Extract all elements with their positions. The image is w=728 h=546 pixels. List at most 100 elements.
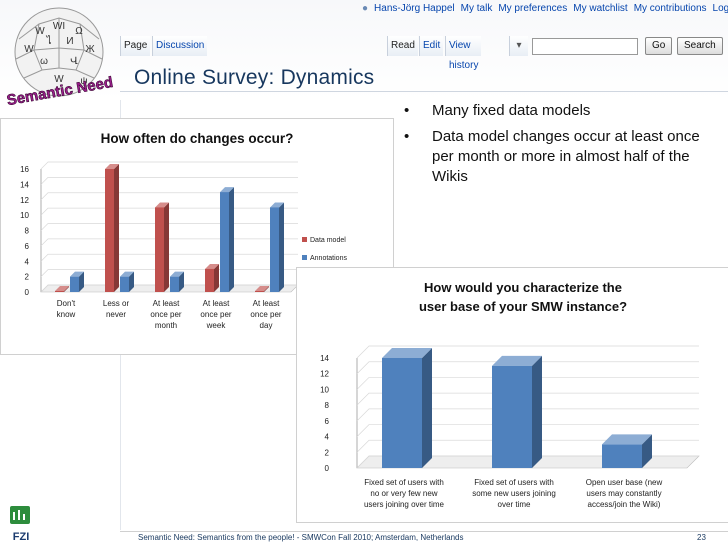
x-tick-label: once per: [250, 310, 281, 319]
semantic-need-logo: W WI Ω W ไ И Ж ω Վ W ψ Semantic Need: [5, 7, 115, 110]
logo-globe-glyph: Ω: [75, 26, 83, 37]
y-tick-label: 8: [25, 227, 30, 236]
y-tick-label: 8: [325, 401, 330, 410]
logo-globe-glyph: ไ: [45, 35, 51, 47]
x-tick-label: no or very few new: [370, 489, 437, 498]
bar-side: [229, 187, 234, 292]
gridline: [40, 177, 298, 185]
y-tick-label: 0: [325, 464, 330, 473]
slide-title: Online Survey: Dynamics: [134, 66, 375, 89]
tab-read[interactable]: Read: [387, 36, 418, 56]
bar: [220, 192, 229, 292]
y-tick-label: 2: [25, 273, 30, 282]
x-tick-label: Don't: [57, 299, 76, 308]
tab-page[interactable]: Page: [120, 36, 151, 56]
y-tick-label: 4: [325, 433, 330, 442]
bullet-text: Many fixed data models: [432, 102, 591, 119]
gridline: [40, 192, 298, 200]
bar: [155, 207, 164, 292]
gridline: [40, 238, 298, 247]
gridline: [40, 253, 298, 262]
x-tick-label: At least: [203, 299, 230, 308]
gridline: [40, 207, 298, 216]
x-tick-label: Open user base (new: [586, 478, 663, 487]
bar-side: [279, 202, 284, 292]
my-talk-link[interactable]: My talk: [461, 3, 493, 14]
legend-swatch: [302, 255, 307, 260]
logo-globe-glyph: W: [35, 26, 45, 37]
bar: [170, 276, 179, 292]
logo-globe-glyph: Ж: [85, 44, 95, 55]
y-tick-label: 10: [20, 211, 29, 220]
bar-side: [114, 164, 119, 292]
logo-globe-glyph: W: [24, 44, 34, 55]
bullet-item: • Many fixed data models: [404, 101, 724, 121]
y-tick-label: 6: [25, 242, 30, 251]
x-tick-label: month: [155, 321, 177, 330]
my-contributions-link[interactable]: My contributions: [634, 3, 707, 14]
x-tick-label: day: [260, 321, 273, 330]
bar: [120, 276, 129, 292]
bar: [382, 358, 422, 468]
x-tick-label: never: [106, 310, 126, 319]
y-tick-label: 10: [320, 385, 329, 394]
logo-globe-glyph: Վ: [70, 56, 78, 67]
x-tick-label: users may constantly: [586, 489, 661, 498]
gridline: [40, 161, 298, 170]
x-tick-label: Fixed set of users with: [474, 478, 554, 487]
fzi-logo: FZI: [10, 506, 30, 543]
legend-label: Data model: [310, 237, 346, 244]
x-tick-label: once per: [150, 310, 181, 319]
my-preferences-link[interactable]: My preferences: [498, 3, 567, 14]
bar: [55, 291, 64, 292]
y-tick-label: 0: [25, 288, 30, 297]
x-tick-label: Fixed set of users with: [364, 478, 444, 487]
personal-links: ● Hans-Jörg Happel My talk My preferences My…: [362, 3, 728, 17]
x-tick-label: At least: [153, 299, 180, 308]
bar: [492, 365, 532, 468]
more-actions-chevron-icon[interactable]: ▾: [509, 36, 528, 56]
user-link[interactable]: Hans-Jörg Happel: [374, 3, 455, 14]
go-button[interactable]: Go: [645, 37, 673, 55]
page-number: 23: [697, 533, 706, 542]
gridline: [40, 223, 298, 231]
x-tick-label: At least: [253, 299, 280, 308]
slide-footer: Semantic Need: Semantics from the people…: [138, 533, 464, 542]
bar: [105, 169, 114, 292]
footer-divider: [120, 531, 728, 532]
bullet-icon: •: [404, 128, 410, 145]
y-tick-label: 12: [20, 196, 29, 205]
x-tick-label: over time: [498, 500, 531, 509]
y-tick-label: 16: [20, 165, 29, 174]
y-tick-label: 6: [325, 417, 330, 426]
bar-side: [532, 355, 542, 468]
y-tick-label: 2: [325, 448, 330, 457]
bar: [270, 207, 279, 292]
x-tick-label: some new users joining: [472, 489, 556, 498]
y-tick-label: 14: [320, 354, 329, 363]
bar: [205, 268, 214, 292]
title-divider: [120, 91, 728, 92]
bullet-text: Data model changes occur at least once p…: [432, 128, 700, 185]
my-watchlist-link[interactable]: My watchlist: [573, 3, 627, 14]
x-tick-label: Less or: [103, 299, 130, 308]
fzi-text: FZI: [13, 531, 30, 543]
chart-user-base: How would you characterize the user base…: [296, 267, 728, 523]
bullet-icon: •: [404, 102, 410, 119]
log-out-link[interactable]: Log out: [713, 3, 728, 14]
tab-edit[interactable]: Edit: [419, 36, 444, 56]
search-input[interactable]: [532, 38, 638, 55]
bar: [255, 291, 264, 292]
y-tick-label: 12: [320, 370, 329, 379]
bar-side: [422, 348, 432, 468]
y-tick-label: 4: [25, 257, 30, 266]
tab-discussion[interactable]: Discussion: [152, 36, 208, 56]
y-tick-label: 14: [20, 180, 29, 189]
x-tick-label: once per: [200, 310, 231, 319]
x-tick-label: know: [57, 310, 76, 319]
search-button[interactable]: Search: [677, 37, 723, 55]
tab-view-history[interactable]: View history: [445, 36, 482, 71]
legend-swatch: [302, 237, 307, 242]
bullet-item: • Data model changes occur at least once …: [404, 127, 724, 187]
bar: [602, 444, 642, 468]
